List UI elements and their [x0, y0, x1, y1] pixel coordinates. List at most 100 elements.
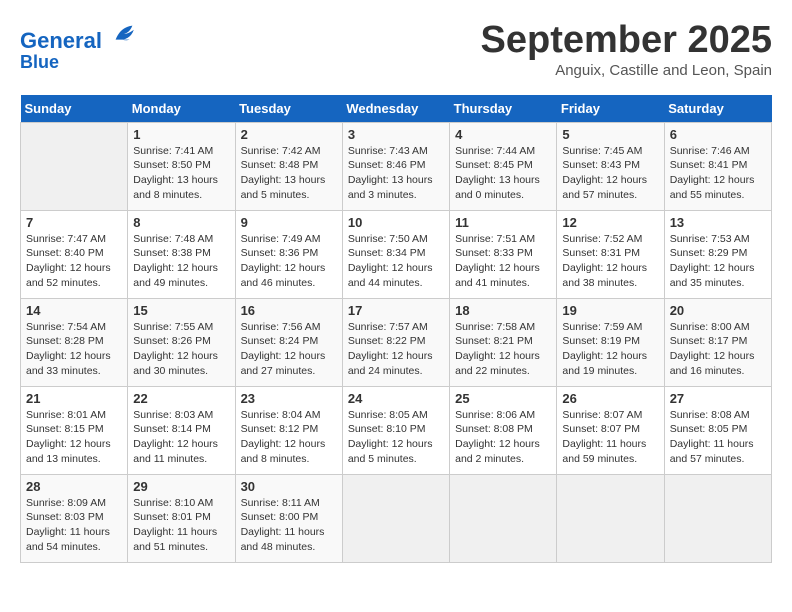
day-info: Sunrise: 8:09 AMSunset: 8:03 PMDaylight:… — [26, 496, 122, 555]
day-number: 13 — [670, 215, 766, 230]
calendar-cell — [557, 474, 664, 562]
day-info: Sunrise: 7:46 AMSunset: 8:41 PMDaylight:… — [670, 144, 766, 203]
week-row-4: 28 Sunrise: 8:09 AMSunset: 8:03 PMDayligh… — [21, 474, 772, 562]
calendar-cell: 19 Sunrise: 7:59 AMSunset: 8:19 PMDayligh… — [557, 298, 664, 386]
day-info: Sunrise: 7:47 AMSunset: 8:40 PMDaylight:… — [26, 232, 122, 291]
day-number: 18 — [455, 303, 551, 318]
day-info: Sunrise: 7:58 AMSunset: 8:21 PMDaylight:… — [455, 320, 551, 379]
day-info: Sunrise: 7:51 AMSunset: 8:33 PMDaylight:… — [455, 232, 551, 291]
weekday-header-monday: Monday — [128, 95, 235, 123]
day-info: Sunrise: 8:04 AMSunset: 8:12 PMDaylight:… — [241, 408, 337, 467]
day-number: 2 — [241, 127, 337, 142]
week-row-0: 1 Sunrise: 7:41 AMSunset: 8:50 PMDaylight… — [21, 122, 772, 210]
calendar-cell: 23 Sunrise: 8:04 AMSunset: 8:12 PMDayligh… — [235, 386, 342, 474]
calendar-table: SundayMondayTuesdayWednesdayThursdayFrid… — [20, 95, 772, 563]
day-number: 19 — [562, 303, 658, 318]
day-info: Sunrise: 7:54 AMSunset: 8:28 PMDaylight:… — [26, 320, 122, 379]
calendar-cell: 4 Sunrise: 7:44 AMSunset: 8:45 PMDaylight… — [450, 122, 557, 210]
weekday-header-friday: Friday — [557, 95, 664, 123]
day-number: 20 — [670, 303, 766, 318]
calendar-cell: 6Sunrise: 7:46 AMSunset: 8:41 PMDaylight… — [664, 122, 771, 210]
logo-general: General — [20, 28, 102, 53]
logo-blue: Blue — [20, 53, 138, 73]
day-info: Sunrise: 7:43 AMSunset: 8:46 PMDaylight:… — [348, 144, 444, 203]
day-number: 15 — [133, 303, 229, 318]
calendar-cell — [21, 122, 128, 210]
day-number: 8 — [133, 215, 229, 230]
day-info: Sunrise: 7:53 AMSunset: 8:29 PMDaylight:… — [670, 232, 766, 291]
day-number: 23 — [241, 391, 337, 406]
day-info: Sunrise: 7:56 AMSunset: 8:24 PMDaylight:… — [241, 320, 337, 379]
day-number: 14 — [26, 303, 122, 318]
calendar-cell: 20 Sunrise: 8:00 AMSunset: 8:17 PMDayligh… — [664, 298, 771, 386]
weekday-header-row: SundayMondayTuesdayWednesdayThursdayFrid… — [21, 95, 772, 123]
day-number: 5 — [562, 127, 658, 142]
calendar-cell: 9Sunrise: 7:49 AMSunset: 8:36 PMDaylight… — [235, 210, 342, 298]
day-info: Sunrise: 7:41 AMSunset: 8:50 PMDaylight:… — [133, 144, 229, 203]
day-info: Sunrise: 7:59 AMSunset: 8:19 PMDaylight:… — [562, 320, 658, 379]
calendar-cell: 8Sunrise: 7:48 AMSunset: 8:38 PMDaylight… — [128, 210, 235, 298]
calendar-cell: 5 Sunrise: 7:45 AMSunset: 8:43 PMDaylight… — [557, 122, 664, 210]
calendar-cell: 18 Sunrise: 7:58 AMSunset: 8:21 PMDayligh… — [450, 298, 557, 386]
week-row-2: 14 Sunrise: 7:54 AMSunset: 8:28 PMDayligh… — [21, 298, 772, 386]
week-row-3: 21 Sunrise: 8:01 AMSunset: 8:15 PMDayligh… — [21, 386, 772, 474]
day-info: Sunrise: 8:07 AMSunset: 8:07 PMDaylight:… — [562, 408, 658, 467]
day-number: 17 — [348, 303, 444, 318]
day-number: 26 — [562, 391, 658, 406]
location: Anguix, Castille and Leon, Spain — [481, 62, 773, 79]
calendar-cell: 7 Sunrise: 7:47 AMSunset: 8:40 PMDaylight… — [21, 210, 128, 298]
calendar-cell: 14 Sunrise: 7:54 AMSunset: 8:28 PMDayligh… — [21, 298, 128, 386]
month-title: September 2025 — [481, 20, 773, 62]
day-number: 29 — [133, 479, 229, 494]
weekday-header-sunday: Sunday — [21, 95, 128, 123]
day-info: Sunrise: 7:52 AMSunset: 8:31 PMDaylight:… — [562, 232, 658, 291]
day-number: 27 — [670, 391, 766, 406]
calendar-cell — [450, 474, 557, 562]
day-info: Sunrise: 8:00 AMSunset: 8:17 PMDaylight:… — [670, 320, 766, 379]
day-number: 4 — [455, 127, 551, 142]
day-info: Sunrise: 8:10 AMSunset: 8:01 PMDaylight:… — [133, 496, 229, 555]
calendar-cell: 26 Sunrise: 8:07 AMSunset: 8:07 PMDayligh… — [557, 386, 664, 474]
calendar-cell: 3 Sunrise: 7:43 AMSunset: 8:46 PMDaylight… — [342, 122, 449, 210]
calendar-cell: 21 Sunrise: 8:01 AMSunset: 8:15 PMDayligh… — [21, 386, 128, 474]
day-number: 28 — [26, 479, 122, 494]
weekday-header-saturday: Saturday — [664, 95, 771, 123]
title-block: September 2025 Anguix, Castille and Leon… — [481, 20, 773, 79]
week-row-1: 7 Sunrise: 7:47 AMSunset: 8:40 PMDaylight… — [21, 210, 772, 298]
day-info: Sunrise: 8:06 AMSunset: 8:08 PMDaylight:… — [455, 408, 551, 467]
day-number: 22 — [133, 391, 229, 406]
weekday-header-thursday: Thursday — [450, 95, 557, 123]
weekday-header-wednesday: Wednesday — [342, 95, 449, 123]
day-info: Sunrise: 7:49 AMSunset: 8:36 PMDaylight:… — [241, 232, 337, 291]
calendar-cell: 13 Sunrise: 7:53 AMSunset: 8:29 PMDayligh… — [664, 210, 771, 298]
logo-bird-icon — [110, 20, 138, 48]
logo-text: General — [20, 20, 138, 53]
calendar-cell: 28 Sunrise: 8:09 AMSunset: 8:03 PMDayligh… — [21, 474, 128, 562]
page-header: General Blue September 2025 Anguix, Cast… — [20, 20, 772, 79]
calendar-cell: 27 Sunrise: 8:08 AMSunset: 8:05 PMDayligh… — [664, 386, 771, 474]
calendar-cell: 22Sunrise: 8:03 AMSunset: 8:14 PMDayligh… — [128, 386, 235, 474]
day-info: Sunrise: 7:44 AMSunset: 8:45 PMDaylight:… — [455, 144, 551, 203]
day-number: 24 — [348, 391, 444, 406]
day-number: 1 — [133, 127, 229, 142]
calendar-cell: 15Sunrise: 7:55 AMSunset: 8:26 PMDayligh… — [128, 298, 235, 386]
day-info: Sunrise: 7:45 AMSunset: 8:43 PMDaylight:… — [562, 144, 658, 203]
calendar-cell: 16Sunrise: 7:56 AMSunset: 8:24 PMDayligh… — [235, 298, 342, 386]
day-info: Sunrise: 8:08 AMSunset: 8:05 PMDaylight:… — [670, 408, 766, 467]
day-number: 3 — [348, 127, 444, 142]
calendar-cell: 2Sunrise: 7:42 AMSunset: 8:48 PMDaylight… — [235, 122, 342, 210]
day-number: 10 — [348, 215, 444, 230]
day-info: Sunrise: 7:57 AMSunset: 8:22 PMDaylight:… — [348, 320, 444, 379]
day-info: Sunrise: 8:01 AMSunset: 8:15 PMDaylight:… — [26, 408, 122, 467]
day-number: 21 — [26, 391, 122, 406]
day-info: Sunrise: 8:11 AMSunset: 8:00 PMDaylight:… — [241, 496, 337, 555]
calendar-cell: 29 Sunrise: 8:10 AMSunset: 8:01 PMDayligh… — [128, 474, 235, 562]
weekday-header-tuesday: Tuesday — [235, 95, 342, 123]
day-number: 7 — [26, 215, 122, 230]
day-info: Sunrise: 7:50 AMSunset: 8:34 PMDaylight:… — [348, 232, 444, 291]
day-info: Sunrise: 8:05 AMSunset: 8:10 PMDaylight:… — [348, 408, 444, 467]
calendar-cell — [342, 474, 449, 562]
logo: General Blue — [20, 20, 138, 73]
calendar-cell: 10 Sunrise: 7:50 AMSunset: 8:34 PMDayligh… — [342, 210, 449, 298]
day-number: 25 — [455, 391, 551, 406]
